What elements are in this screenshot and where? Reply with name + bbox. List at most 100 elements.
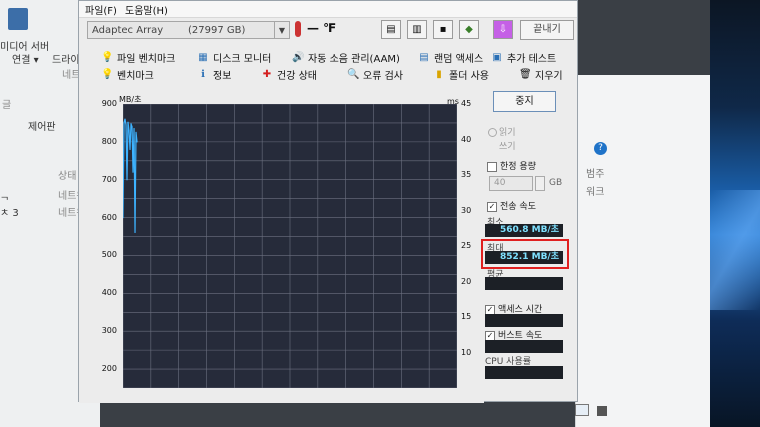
tab-label: 오류 검사	[363, 71, 403, 82]
data-point	[128, 129, 130, 132]
tab-random-access[interactable]: ▤ 랜덤 액세스	[418, 50, 484, 66]
help-icon[interactable]: ?	[594, 142, 607, 155]
transfer-label: 전송 속도	[500, 202, 536, 212]
copy-text-icon[interactable]: ▤	[381, 20, 401, 39]
y-tick-label: 900	[101, 99, 117, 108]
bg-text: 제어판	[28, 122, 56, 133]
y2-tick-label: 15	[461, 312, 472, 321]
drive-select[interactable]: Adaptec Array (27997 GB) ▼	[87, 21, 290, 39]
burst-rate-value	[485, 340, 563, 353]
y-tick-label: 200	[101, 364, 117, 374]
tab-disk-monitor[interactable]: ▦ 디스크 모니터	[197, 50, 272, 66]
magnifier-icon: 🔍	[347, 68, 360, 80]
view-toggle-icons[interactable]	[575, 404, 607, 419]
y2-tick-label: 45	[461, 99, 472, 108]
data-point	[136, 141, 138, 143]
background-explorer-window-right: 범주 워크	[575, 75, 711, 427]
bg-text: 범주	[586, 169, 605, 180]
extra-tests-icon: ▣	[492, 51, 502, 63]
transfer-rate-chart	[123, 104, 457, 388]
save-icon[interactable]: ▪	[433, 20, 453, 39]
y-tick-label: 400	[101, 288, 117, 298]
write-radio[interactable]: 쓰기	[499, 139, 516, 152]
data-point	[132, 171, 134, 173]
tab-benchmark[interactable]: 💡 벤치마크	[101, 67, 154, 83]
access-time-value	[485, 314, 563, 327]
bg-text: 상태	[58, 171, 77, 182]
speaker-icon: 🔊	[292, 51, 305, 63]
y2-tick-label: 25	[461, 241, 472, 250]
bg-text: ㅊ 3	[0, 208, 19, 219]
tab-folder-usage[interactable]: ▮ 폴더 사용	[433, 67, 489, 83]
tab-info[interactable]: ℹ 정보	[197, 67, 232, 83]
read-label: 읽기	[499, 128, 516, 138]
y-tick-label: 600	[101, 212, 117, 222]
bg-text: 연결 ▾	[12, 55, 39, 66]
tab-label: 랜덤 액세스	[434, 54, 484, 65]
tab-label: 추가 테스트	[507, 54, 557, 65]
data-point	[124, 118, 126, 120]
min-value: 560.8 MB/초	[485, 224, 563, 237]
drive-capacity: (27997 GB)	[188, 25, 246, 36]
tab-extra-tests[interactable]: ▣ 추가 테스트	[491, 50, 557, 66]
write-label: 쓰기	[499, 142, 516, 152]
spinner-button[interactable]	[535, 176, 545, 191]
highlight-box	[481, 239, 569, 269]
temperature-value: — ℉	[307, 21, 337, 35]
media-server-icon	[8, 8, 28, 30]
tab-bar: 💡 파일 벤치마크 ▦ 디스크 모니터 🔊 자동 소음 관리(AAM) ▤ 랜덤…	[79, 47, 577, 83]
tab-label: 디스크 모니터	[213, 54, 272, 65]
limit-label: 한정 용량	[500, 162, 536, 172]
y2-tick-label: 30	[461, 205, 472, 215]
stop-button[interactable]: 중지	[493, 91, 556, 112]
data-point	[135, 131, 137, 133]
random-access-icon: ▤	[419, 51, 429, 63]
tab-aam[interactable]: 🔊 자동 소음 관리(AAM)	[292, 50, 400, 66]
hd-tune-window: 파일(F) 도움말(H) Adaptec Array (27997 GB) ▼ …	[78, 0, 578, 403]
lightbulb-icon: 💡	[101, 68, 114, 80]
limit-checkbox[interactable]: 한정 용량	[487, 159, 536, 172]
y-tick-label: 300	[101, 326, 117, 336]
radio-icon	[488, 128, 497, 137]
health-cross-icon: ✚	[262, 68, 272, 80]
limit-size-input[interactable]: 40	[489, 176, 533, 191]
tab-file-benchmark[interactable]: 💡 파일 벤치마크	[101, 50, 176, 66]
disk-monitor-icon: ▦	[198, 51, 208, 63]
bg-text: 드라이	[52, 55, 80, 66]
tab-health[interactable]: ✚ 건강 상태	[261, 67, 317, 83]
info-icon: ℹ	[201, 68, 205, 80]
tab-label: 건강 상태	[277, 71, 317, 82]
limit-unit: GB	[549, 178, 563, 188]
read-radio[interactable]: 읽기	[488, 125, 516, 138]
tab-label: 정보	[213, 71, 232, 82]
tab-label: 지우기	[535, 71, 563, 82]
avg-value	[485, 277, 563, 290]
tab-error-scan[interactable]: 🔍 오류 검사	[347, 67, 403, 83]
bg-text: ᆨ	[0, 191, 10, 202]
menu-help[interactable]: 도움말(H)	[125, 2, 168, 17]
options-icon[interactable]: ◆	[459, 20, 479, 39]
check-icon: ✓	[487, 201, 497, 212]
tab-label: 벤치마크	[117, 71, 154, 82]
lightbulb-icon: 💡	[101, 51, 114, 63]
tab-erase[interactable]: 🗑 지우기	[519, 67, 563, 83]
trash-icon: 🗑	[519, 68, 532, 80]
cpu-value	[485, 366, 563, 379]
y2-tick-label: 35	[461, 170, 472, 179]
menu-file[interactable]: 파일(F)	[85, 2, 117, 17]
y2-tick-label: 20	[461, 276, 472, 286]
tab-label: 폴더 사용	[449, 71, 489, 82]
data-point	[123, 122, 125, 124]
exit-button[interactable]: 끝내기	[520, 20, 574, 40]
data-point	[130, 123, 132, 125]
y2-tick-label: 10	[461, 347, 472, 357]
drive-name: Adaptec Array	[92, 25, 164, 36]
check-icon: ✓	[485, 304, 495, 315]
y2-tick-label: 40	[461, 134, 472, 144]
benchmark-chart-panel: MB/초 ms 900 800 700 600 500 400 300 200 45 40 35 30…	[79, 89, 484, 403]
download-icon[interactable]: ⇩	[493, 20, 513, 39]
copy-screenshot-icon[interactable]: ▥	[407, 20, 427, 39]
check-icon: ✓	[485, 330, 495, 341]
transfer-rate-checkbox[interactable]: ✓ 전송 속도	[487, 199, 536, 212]
tab-label: 파일 벤치마크	[117, 54, 176, 65]
